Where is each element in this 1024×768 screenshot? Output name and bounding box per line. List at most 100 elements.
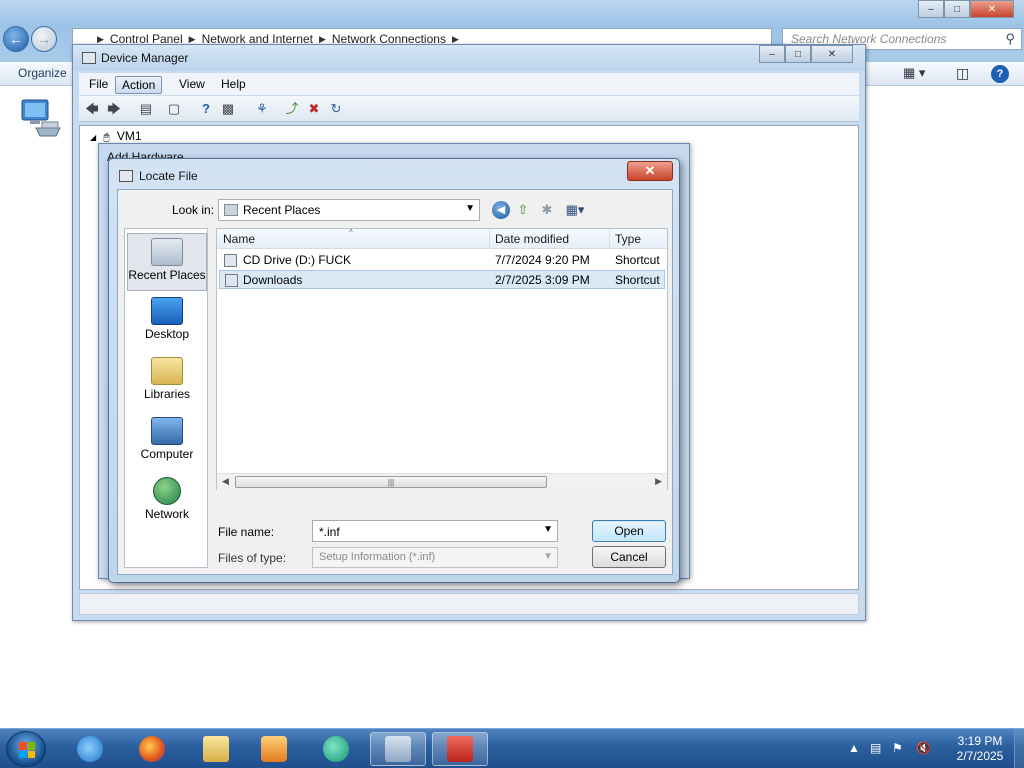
view-menu-icon[interactable]: ▦▾: [562, 201, 588, 219]
chevron-down-icon: ▼: [543, 551, 553, 562]
minimize-button[interactable]: –: [918, 0, 944, 18]
organize-button[interactable]: Organize: [18, 66, 67, 80]
change-view-icon[interactable]: ▦ ▾: [903, 65, 925, 81]
taskbar-media-player[interactable]: [246, 732, 302, 766]
file-row-selected[interactable]: Downloads 2/7/2025 3:09 PM Shortcut: [219, 270, 665, 289]
maximize-button[interactable]: □: [944, 0, 970, 18]
place-libraries[interactable]: Libraries: [127, 353, 207, 411]
uninstall-device-icon[interactable]: ✖: [305, 100, 323, 118]
network-adapter-icon[interactable]: [20, 96, 64, 140]
device-manager-toolbar: 🡄 🡆 ▤ ▢ ? ▩ ⚘ ⤴ ✖ ↻: [79, 96, 859, 122]
column-divider[interactable]: [489, 229, 490, 249]
preview-pane-icon[interactable]: ◫: [956, 65, 969, 82]
start-button[interactable]: [6, 731, 46, 767]
file-date: 7/7/2024 9:20 PM: [495, 253, 590, 267]
menu-help[interactable]: Help: [215, 76, 252, 92]
locate-file-dialog: Locate File ✕ Look in: Recent Places ▼ ◀…: [108, 158, 680, 583]
open-button[interactable]: Open: [592, 520, 666, 542]
dialog-icon: [119, 170, 133, 182]
firefox-icon: [139, 736, 165, 762]
file-type: Shortcut: [615, 253, 660, 267]
back-arrow-icon[interactable]: ◀: [492, 201, 510, 219]
system-tray: ▲ ▤ ⚑ 🔇 3:19 PM 2/7/2025: [840, 729, 1024, 768]
disable-device-icon[interactable]: ↻: [327, 100, 345, 118]
chat-bubble-icon: [323, 736, 349, 762]
properties-icon[interactable]: ▢: [165, 100, 183, 118]
look-in-label: Look in:: [172, 203, 215, 217]
column-date-modified[interactable]: Date modified: [495, 232, 569, 246]
taskbar-toolbox[interactable]: [432, 732, 488, 766]
action-center-flag-icon[interactable]: ⚑: [892, 741, 903, 755]
toolbox-icon: [447, 736, 473, 762]
place-label: Desktop: [144, 327, 190, 341]
file-date: 2/7/2025 3:09 PM: [495, 273, 590, 287]
column-type[interactable]: Type: [615, 232, 641, 246]
close-button[interactable]: ✕: [811, 45, 853, 63]
taskbar-firefox[interactable]: [124, 732, 180, 766]
place-label: Recent Places: [128, 268, 206, 282]
taskbar-device-manager[interactable]: [370, 732, 426, 766]
look-in-dropdown[interactable]: Recent Places ▼: [218, 199, 480, 221]
volume-muted-icon[interactable]: 🔇: [916, 741, 931, 755]
menu-view[interactable]: View: [173, 76, 211, 92]
help-icon[interactable]: ?: [197, 100, 215, 118]
scroll-right-icon[interactable]: ▶: [655, 476, 662, 487]
place-computer[interactable]: Computer: [127, 413, 207, 471]
breadcrumb-separator-icon: ▶: [188, 33, 196, 44]
action-pane-icon[interactable]: ▩: [219, 100, 237, 118]
files-of-type-value: Setup Information (*.inf): [319, 551, 436, 563]
menu-action[interactable]: Action: [115, 76, 163, 94]
new-folder-icon[interactable]: ✱: [538, 201, 556, 219]
help-icon[interactable]: ?: [991, 65, 1009, 83]
explorer-caption-buttons: – □ ✕: [918, 0, 1014, 18]
close-button[interactable]: ✕: [627, 161, 673, 181]
status-bar: [79, 593, 859, 615]
place-recent-places[interactable]: Recent Places: [127, 233, 207, 291]
column-divider[interactable]: [609, 229, 610, 249]
file-name-value: *.inf: [319, 525, 340, 539]
taskbar-chat-app[interactable]: [308, 732, 364, 766]
recent-places-icon: [224, 204, 238, 216]
minimize-button[interactable]: –: [759, 45, 785, 63]
back-arrow-icon[interactable]: ←: [3, 26, 29, 52]
console-tree-icon[interactable]: ▤: [137, 100, 155, 118]
menu-file[interactable]: File: [83, 76, 114, 92]
place-label: Computer: [140, 447, 194, 461]
files-of-type-select[interactable]: Setup Information (*.inf) ▼: [312, 547, 558, 568]
media-player-icon: [261, 736, 287, 762]
chevron-down-icon[interactable]: ▼: [543, 524, 553, 535]
scrollbar-thumb[interactable]: |||: [235, 476, 547, 488]
file-name-input[interactable]: *.inf ▼: [312, 520, 558, 542]
column-name[interactable]: Name: [223, 232, 255, 246]
device-manager-icon: [82, 52, 96, 64]
taskbar-file-explorer[interactable]: [188, 732, 244, 766]
file-list[interactable]: Name ^ Date modified Type CD Drive (D:) …: [216, 228, 668, 490]
taskbar-internet-explorer[interactable]: [62, 732, 118, 766]
back-arrow-icon[interactable]: 🡄: [83, 100, 101, 118]
scroll-left-icon[interactable]: ◀: [222, 476, 229, 487]
internet-explorer-icon: [77, 736, 103, 762]
place-network[interactable]: Network: [127, 473, 207, 531]
place-desktop[interactable]: Desktop: [127, 293, 207, 351]
windows-logo-icon: [19, 742, 35, 758]
device-manager-icon: [385, 736, 411, 762]
forward-arrow-icon[interactable]: →: [31, 26, 57, 52]
tree-root-vm1[interactable]: ◢ 🖱 VM1: [90, 129, 142, 143]
place-label: Network: [144, 507, 189, 521]
cancel-button[interactable]: Cancel: [592, 546, 666, 568]
scan-hardware-icon[interactable]: ⚘: [253, 100, 271, 118]
show-desktop-button[interactable]: [1014, 729, 1024, 768]
file-row[interactable]: CD Drive (D:) FUCK 7/7/2024 9:20 PM Shor…: [219, 251, 665, 270]
close-button[interactable]: ✕: [970, 0, 1014, 18]
collapse-arrow-icon[interactable]: ◢: [90, 133, 96, 142]
network-status-icon[interactable]: ▤: [870, 741, 881, 755]
horizontal-scrollbar[interactable]: ◀ ||| ▶: [217, 473, 667, 490]
up-folder-icon[interactable]: ⇧: [514, 201, 532, 219]
show-hidden-icons-icon[interactable]: ▲: [848, 741, 860, 755]
forward-arrow-icon[interactable]: 🡆: [105, 100, 123, 118]
clock[interactable]: 3:19 PM 2/7/2025: [950, 734, 1010, 764]
libraries-icon: [151, 357, 183, 385]
update-driver-icon[interactable]: ⤴: [283, 100, 301, 118]
maximize-button[interactable]: □: [785, 45, 811, 63]
sort-ascending-icon: ^: [349, 228, 353, 237]
